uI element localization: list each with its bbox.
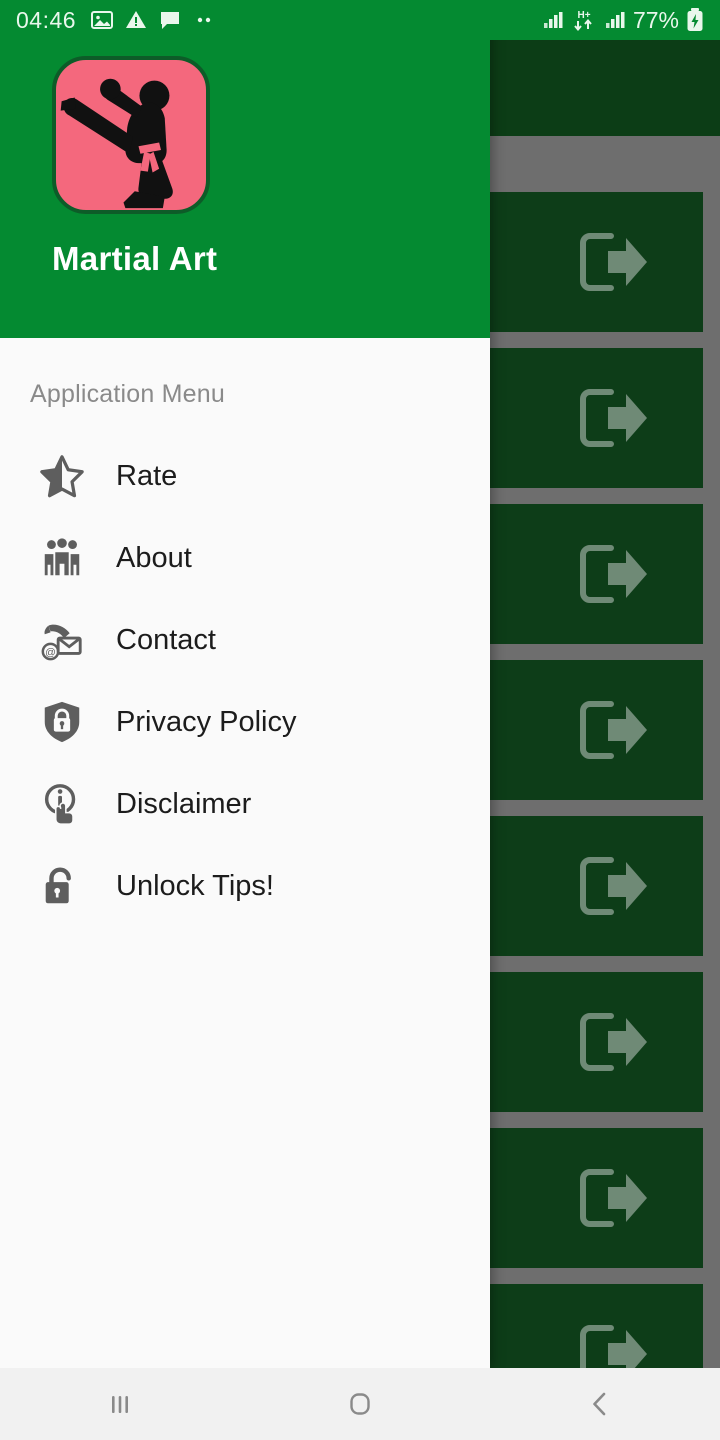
exit-arrow-icon	[578, 855, 648, 917]
more-dots-icon	[197, 17, 211, 23]
exit-arrow-icon	[578, 699, 648, 761]
half-star-icon	[36, 450, 88, 502]
status-bar-right: H+ 77%	[542, 7, 704, 34]
half-star-icon	[40, 455, 84, 498]
app-title: Martial Art	[52, 240, 218, 277]
status-bar: 04:46 H+ 77%	[0, 0, 720, 40]
drawer-item-disclaimer[interactable]: Disclaimer	[0, 763, 490, 845]
navigation-drawer[interactable]: Martial Art Application Menu Rate About @ C…	[0, 0, 490, 1368]
svg-text:@: @	[45, 646, 56, 658]
back-button[interactable]	[480, 1368, 720, 1440]
image-icon	[91, 11, 114, 29]
message-icon	[161, 12, 180, 29]
people-group-icon	[36, 532, 88, 584]
drawer-item-contact[interactable]: @ Contact	[0, 599, 490, 681]
home-icon	[350, 1393, 370, 1415]
recents-icon	[112, 1396, 128, 1413]
home-button[interactable]	[240, 1368, 480, 1440]
phone-mail-icon: @	[41, 624, 82, 661]
signal-bars-icon	[605, 12, 625, 28]
exit-arrow-icon	[578, 231, 648, 293]
drawer-item-label: Disclaimer	[116, 787, 252, 820]
drawer-item-unlock-tips[interactable]: Unlock Tips!	[0, 845, 490, 927]
battery-charging-icon	[687, 8, 703, 31]
recents-button[interactable]	[0, 1368, 240, 1440]
drawer-item-label: Unlock Tips!	[116, 869, 274, 902]
open-padlock-icon	[45, 867, 71, 904]
drawer-item-label: Rate	[116, 459, 178, 492]
warning-icon	[126, 11, 147, 28]
phone-mail-icon: @	[36, 614, 88, 666]
svg-text:H+: H+	[577, 10, 590, 21]
info-hand-icon	[44, 784, 76, 825]
exit-arrow-icon	[578, 387, 648, 449]
shield-lock-icon	[36, 696, 88, 748]
drawer-menu-list[interactable]: Rate About @ Contact Privacy Policy Disclaime…	[0, 409, 490, 927]
drawer-header: Martial Art	[0, 0, 490, 338]
drawer-item-rate[interactable]: Rate	[0, 435, 490, 517]
signal-bars-icon	[543, 12, 563, 28]
drawer-item-privacy-policy[interactable]: Privacy Policy	[0, 681, 490, 763]
back-icon	[593, 1392, 606, 1416]
info-hand-icon	[36, 778, 88, 830]
karate-kick-icon	[60, 78, 173, 209]
app-logo	[52, 56, 210, 214]
drawer-item-label: Privacy Policy	[116, 705, 297, 738]
open-padlock-icon	[36, 860, 88, 912]
mobile-data-icon: H+	[574, 10, 592, 32]
drawer-item-label: About	[116, 541, 192, 574]
exit-arrow-icon	[578, 1011, 648, 1073]
battery-percent-label: 77%	[632, 6, 679, 33]
shield-lock-icon	[44, 701, 80, 743]
status-bar-left: 04:46	[16, 7, 216, 34]
exit-arrow-icon	[578, 1167, 648, 1229]
exit-arrow-icon	[578, 543, 648, 605]
people-group-icon	[44, 538, 80, 576]
system-navigation-bar[interactable]	[0, 1368, 720, 1440]
drawer-item-label: Contact	[116, 623, 216, 656]
menu-section-label: Application Menu	[30, 380, 225, 408]
status-bar-clock: 04:46	[16, 6, 77, 33]
drawer-item-about[interactable]: About	[0, 517, 490, 599]
